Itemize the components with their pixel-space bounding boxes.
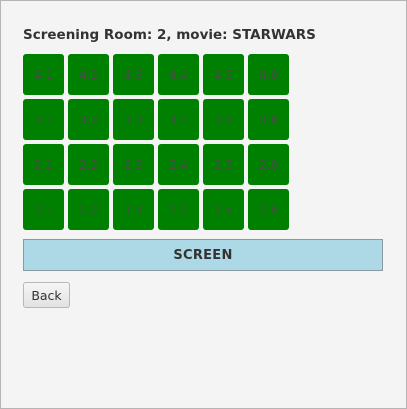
seat-grid: 4.1 4.2 4.3 4.4 4.5 4.6 3.1 3.2 3.3 3.4 … bbox=[23, 54, 289, 230]
seat-4-6[interactable]: 4.6 bbox=[248, 54, 289, 95]
seat-3-4[interactable]: 3.4 bbox=[158, 99, 199, 140]
seat-2-3[interactable]: 2.3 bbox=[113, 144, 154, 185]
seat-2-2[interactable]: 2.2 bbox=[68, 144, 109, 185]
seat-3-3[interactable]: 3.3 bbox=[113, 99, 154, 140]
seat-2-6[interactable]: 2.6 bbox=[248, 144, 289, 185]
seat-3-2[interactable]: 3.2 bbox=[68, 99, 109, 140]
seat-1-1[interactable]: 1.1 bbox=[23, 189, 64, 230]
seat-3-5[interactable]: 3.5 bbox=[203, 99, 244, 140]
seat-2-5[interactable]: 2.5 bbox=[203, 144, 244, 185]
seat-4-3[interactable]: 4.3 bbox=[113, 54, 154, 95]
seat-4-4[interactable]: 4.4 bbox=[158, 54, 199, 95]
seat-4-2[interactable]: 4.2 bbox=[68, 54, 109, 95]
page-title: Screening Room: 2, movie: STARWARS bbox=[23, 27, 316, 43]
seat-1-6[interactable]: 1.6 bbox=[248, 189, 289, 230]
seat-1-2[interactable]: 1.2 bbox=[68, 189, 109, 230]
seat-3-1[interactable]: 3.1 bbox=[23, 99, 64, 140]
seat-2-4[interactable]: 2.4 bbox=[158, 144, 199, 185]
seat-4-5[interactable]: 4.5 bbox=[203, 54, 244, 95]
seat-1-5[interactable]: 1.5 bbox=[203, 189, 244, 230]
screen-bar: SCREEN bbox=[23, 239, 383, 271]
seat-1-4[interactable]: 1.4 bbox=[158, 189, 199, 230]
seat-3-6[interactable]: 3.6 bbox=[248, 99, 289, 140]
back-button[interactable]: Back bbox=[23, 282, 70, 308]
seat-1-3[interactable]: 1.3 bbox=[113, 189, 154, 230]
screening-room-window: Screening Room: 2, movie: STARWARS 4.1 4… bbox=[0, 0, 407, 409]
seat-4-1[interactable]: 4.1 bbox=[23, 54, 64, 95]
seat-2-1[interactable]: 2.1 bbox=[23, 144, 64, 185]
